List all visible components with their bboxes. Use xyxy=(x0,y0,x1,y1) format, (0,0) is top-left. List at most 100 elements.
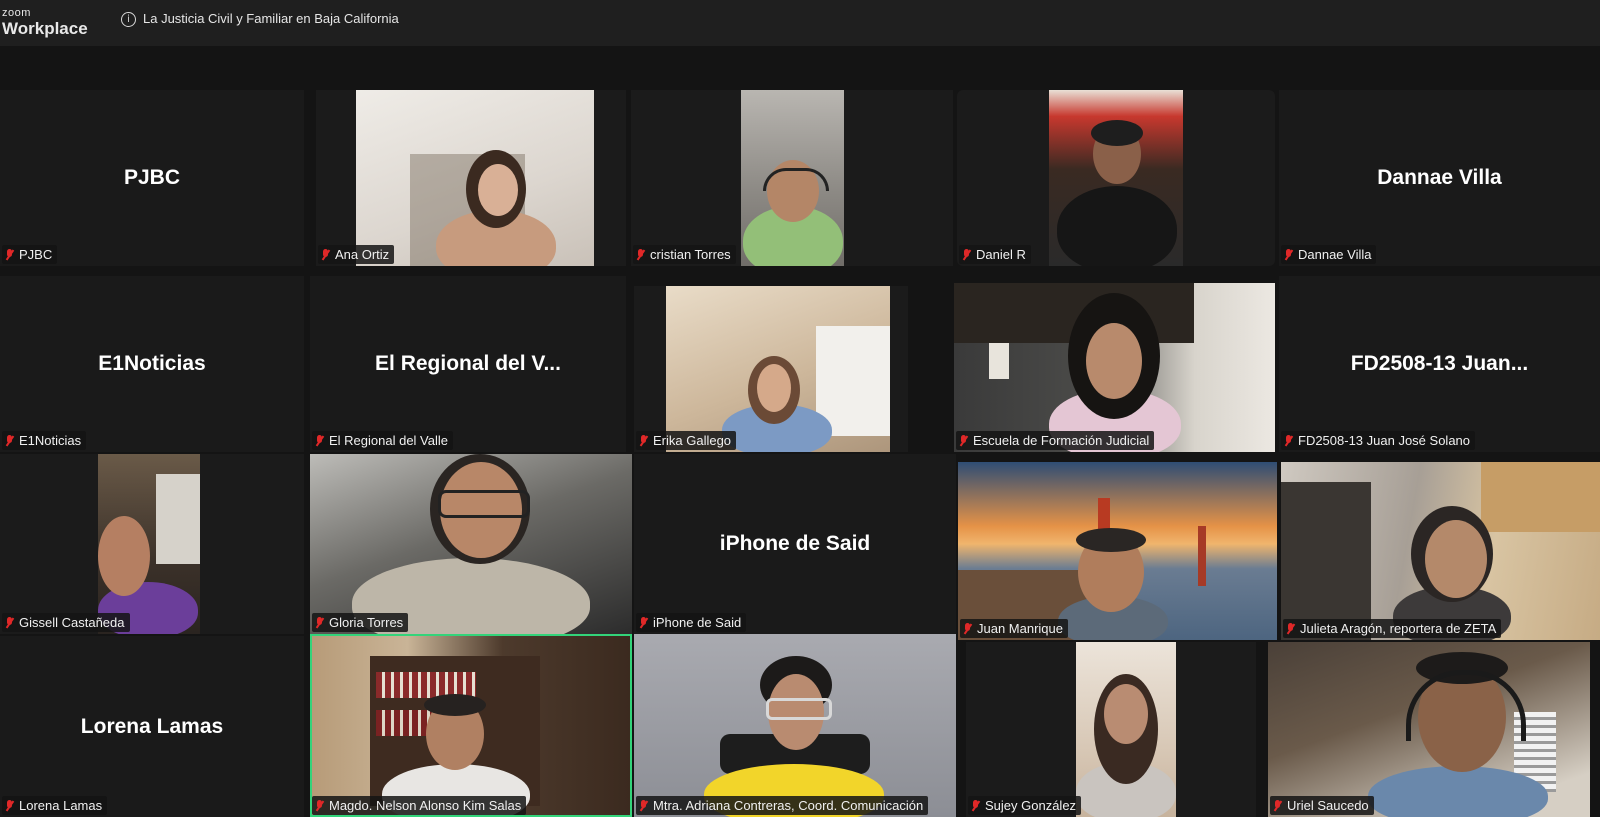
participant-name-label: Dannae Villa xyxy=(1281,245,1377,264)
participant-name: Uriel Saucedo xyxy=(1287,798,1369,813)
participant-name: Gloria Torres xyxy=(329,615,404,630)
logo-big-text: Workplace xyxy=(2,19,88,38)
video-feed xyxy=(356,90,594,266)
participant-tile[interactable]: Escuela de Formación Judicial xyxy=(954,283,1275,452)
participant-name: El Regional del Valle xyxy=(329,433,448,448)
participant-name: Magdo. Nelson Alonso Kim Salas xyxy=(329,798,522,813)
participant-tile[interactable]: Lorena Lamas Lorena Lamas xyxy=(0,636,304,817)
mic-muted-icon xyxy=(639,617,648,629)
video-feed xyxy=(954,283,1275,452)
participant-name-label: Mtra. Adriana Contreras, Coord. Comunica… xyxy=(636,796,929,815)
participant-tile[interactable]: Uriel Saucedo xyxy=(1268,642,1590,817)
participant-tile[interactable]: Erika Gallego xyxy=(634,286,908,452)
participant-name-label: Magdo. Nelson Alonso Kim Salas xyxy=(312,796,527,815)
mic-muted-icon xyxy=(321,249,330,261)
participant-name: Dannae Villa xyxy=(1298,247,1372,262)
participant-tile[interactable]: PJBC PJBC xyxy=(0,90,304,266)
glasses xyxy=(766,698,832,720)
participant-tile[interactable]: Sujey González xyxy=(966,642,1256,817)
participant-tile[interactable]: iPhone de Said iPhone de Said xyxy=(634,454,956,634)
car-window xyxy=(156,474,200,564)
participant-name-label: El Regional del Valle xyxy=(312,431,453,450)
mic-muted-icon xyxy=(315,800,324,812)
participant-name-label: Sujey González xyxy=(968,796,1082,815)
mic-muted-icon xyxy=(962,249,971,261)
mic-muted-icon xyxy=(959,435,968,447)
participant-name: Mtra. Adriana Contreras, Coord. Comunica… xyxy=(653,798,924,813)
participant-face xyxy=(757,364,791,412)
participant-name-label: E1Noticias xyxy=(2,431,87,450)
participant-tile[interactable]: El Regional del V... El Regional del Val… xyxy=(310,276,626,452)
cabinets xyxy=(1481,462,1600,532)
headphones xyxy=(763,168,829,191)
participant-tile-active-speaker[interactable]: Magdo. Nelson Alonso Kim Salas xyxy=(310,634,632,817)
participant-name: cristian Torres xyxy=(650,247,731,262)
participant-tile[interactable]: FD2508-13 Juan... FD2508-13 Juan José So… xyxy=(1279,276,1600,452)
mic-muted-icon xyxy=(5,435,14,447)
participant-display-name: Dannae Villa xyxy=(1377,166,1502,189)
mic-muted-icon xyxy=(5,800,14,812)
participant-display-name: PJBC xyxy=(123,166,181,189)
participant-name: Lorena Lamas xyxy=(19,798,103,813)
headphones xyxy=(1406,670,1526,741)
participant-tile[interactable]: Juan Manrique xyxy=(958,462,1277,640)
participant-tile[interactable]: Gloria Torres xyxy=(310,454,632,634)
mic-muted-icon xyxy=(1284,249,1293,261)
mic-muted-icon xyxy=(1273,800,1282,812)
participant-name-label: Lorena Lamas xyxy=(2,796,108,815)
meeting-title: La Justicia Civil y Familiar en Baja Cal… xyxy=(143,11,399,26)
participant-tile[interactable]: Julieta Aragón, reportera de ZETA xyxy=(1281,462,1600,640)
participant-name: Julieta Aragón, reportera de ZETA xyxy=(1300,621,1497,636)
video-feed xyxy=(1049,90,1183,266)
flag xyxy=(989,343,1009,379)
participant-name: FD2508-13 Juan José Solano xyxy=(1298,433,1471,448)
participant-name-label: Gissell Castañeda xyxy=(2,613,130,632)
participant-name-label: cristian Torres xyxy=(633,245,736,264)
participant-name-label: Erika Gallego xyxy=(636,431,737,450)
participant-name-label: Daniel R xyxy=(959,245,1031,264)
mic-muted-icon xyxy=(639,800,648,812)
video-feed xyxy=(741,90,844,266)
video-feed xyxy=(1076,642,1176,817)
participant-display-name: iPhone de Said xyxy=(719,532,871,555)
logo-small-text: zoom xyxy=(2,7,31,19)
info-icon[interactable]: i xyxy=(121,12,136,27)
participant-name: Erika Gallego xyxy=(653,433,732,448)
participant-shirt xyxy=(1368,766,1548,817)
video-feed xyxy=(310,454,632,634)
mic-muted-icon xyxy=(1286,623,1295,635)
participant-name-label: iPhone de Said xyxy=(636,613,747,632)
participant-tile[interactable]: Dannae Villa Dannae Villa xyxy=(1279,90,1600,266)
video-feed xyxy=(1281,462,1600,640)
participant-display-name: El Regional del V... xyxy=(375,352,561,375)
participant-name: Juan Manrique xyxy=(977,621,1063,636)
video-feed xyxy=(666,286,890,452)
participant-shirt xyxy=(1057,186,1177,266)
participant-hair xyxy=(424,694,486,716)
participant-display-name: Lorena Lamas xyxy=(80,714,224,738)
participant-tile[interactable]: cristian Torres xyxy=(631,90,953,266)
participant-name: Escuela de Formación Judicial xyxy=(973,433,1150,448)
mic-muted-icon xyxy=(315,435,324,447)
glasses xyxy=(438,490,530,518)
bridge-tower xyxy=(1198,526,1206,586)
participant-name: Ana Ortiz xyxy=(335,247,390,262)
participant-face xyxy=(478,164,518,216)
participant-tile[interactable]: E1Noticias E1Noticias xyxy=(0,276,304,452)
mic-muted-icon xyxy=(5,249,14,261)
participant-name-label: FD2508-13 Juan José Solano xyxy=(1281,431,1476,450)
participant-name-label: Ana Ortiz xyxy=(318,245,395,264)
participant-face xyxy=(1104,684,1148,744)
participant-tile[interactable]: Gissell Castañeda xyxy=(0,454,304,634)
zoom-workplace-logo: zoom Workplace xyxy=(2,7,88,38)
mic-muted-icon xyxy=(639,435,648,447)
participant-tile[interactable]: Ana Ortiz xyxy=(316,90,626,266)
participant-name: Daniel R xyxy=(976,247,1026,262)
video-feed xyxy=(634,634,956,817)
participant-tile[interactable]: Mtra. Adriana Contreras, Coord. Comunica… xyxy=(634,634,956,817)
participant-tile[interactable]: Daniel R xyxy=(957,90,1275,266)
video-feed xyxy=(1268,642,1590,817)
participant-name: Gissell Castañeda xyxy=(19,615,125,630)
mic-muted-icon xyxy=(636,249,645,261)
mic-muted-icon xyxy=(971,800,980,812)
